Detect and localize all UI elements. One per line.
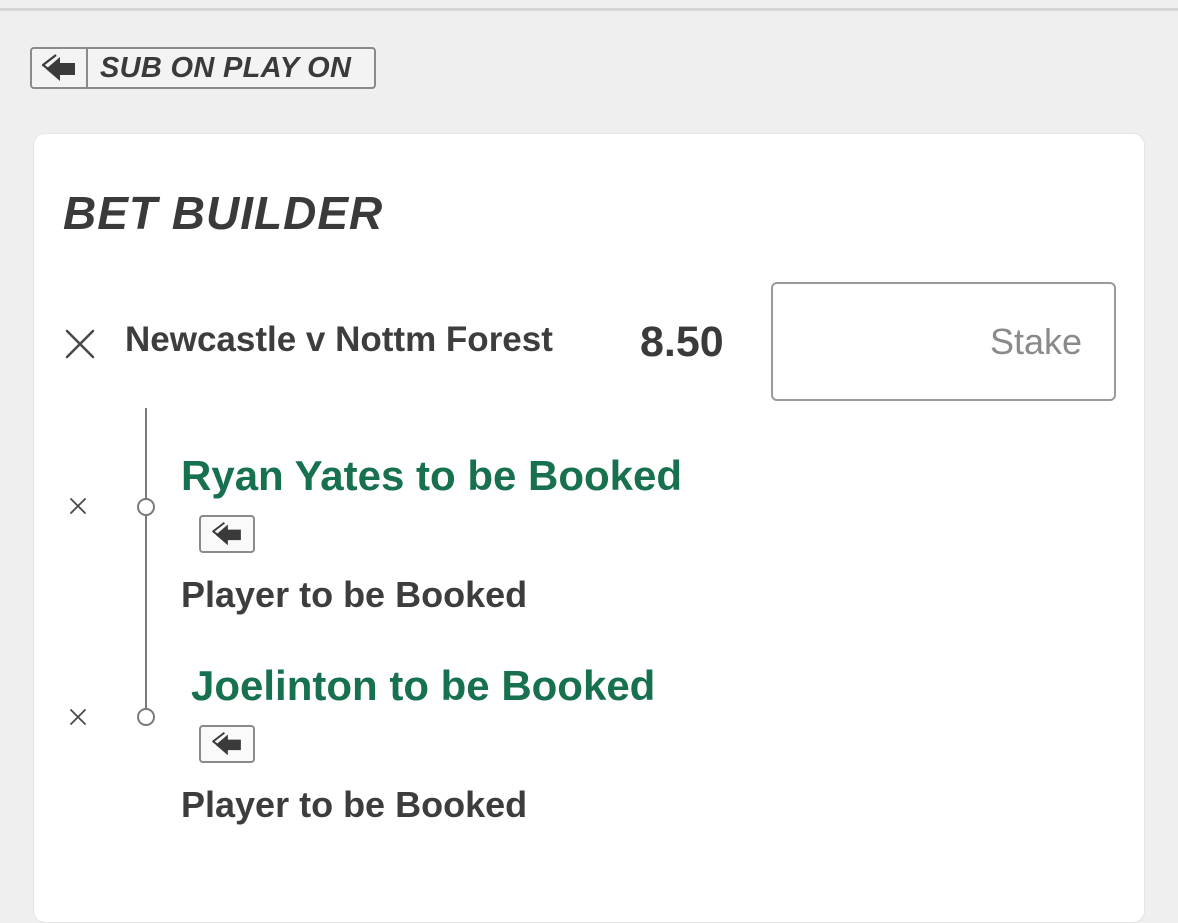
swap-arrows-icon (199, 515, 255, 553)
sub-on-play-on-label: SUB ON PLAY ON (100, 51, 352, 84)
odds-value: 8.50 (640, 318, 724, 366)
sub-on-play-on-badge: SUB ON PLAY ON (30, 47, 376, 89)
stake-input[interactable] (771, 282, 1116, 401)
bet-builder-title: BET BUILDER (63, 187, 384, 239)
timeline-dot (137, 708, 155, 726)
event-name: Newcastle v Nottm Forest (125, 320, 553, 359)
swap-arrows-icon (199, 725, 255, 763)
leg-market: Player to be Booked (181, 574, 528, 615)
leg-market: Player to be Booked (181, 784, 528, 825)
remove-bet-icon[interactable] (62, 326, 98, 362)
leg-selection: Ryan Yates to be Booked (181, 452, 683, 499)
leg-selection: Joelinton to be Booked (191, 662, 656, 709)
timeline-dot (137, 498, 155, 516)
remove-leg-icon[interactable] (65, 493, 91, 519)
legs-timeline (145, 408, 147, 718)
bet-builder-card: BET BUILDER Newcastle v Nottm Forest 8.5… (33, 133, 1145, 923)
swap-arrows-icon (32, 49, 88, 87)
remove-leg-icon[interactable] (65, 704, 91, 730)
top-divider (0, 8, 1178, 11)
